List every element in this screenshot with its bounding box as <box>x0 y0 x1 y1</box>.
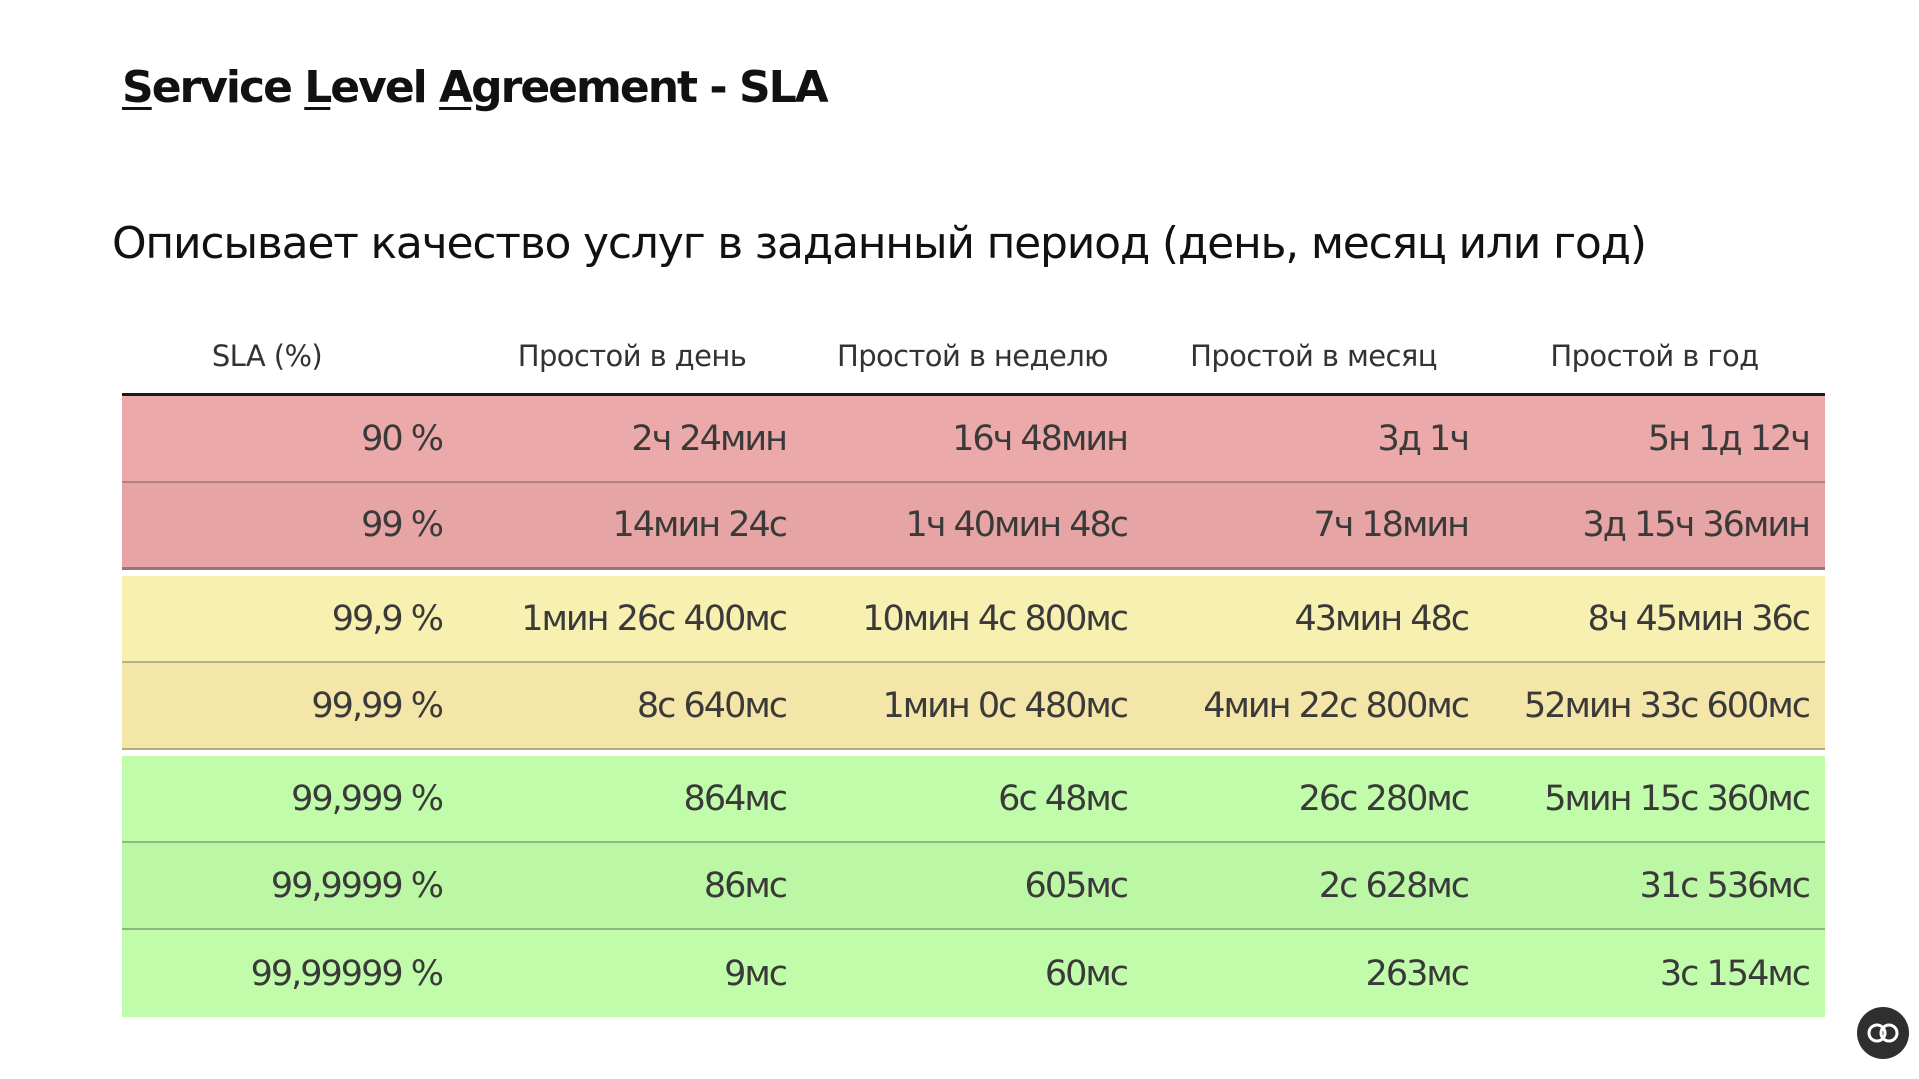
title-part: evel <box>330 62 440 113</box>
overlapping-loops-logo-icon <box>1857 1007 1909 1059</box>
downtime-month-cell: 4мин 22с 800мс <box>1203 685 1470 726</box>
downtime-month-cell: 26с 280мс <box>1298 778 1470 819</box>
table-row: 90 % 2ч 24мин 16ч 48мин 3д 1ч 5н 1д 12ч <box>122 396 1825 483</box>
downtime-year-cell: 5н 1д 12ч <box>1647 418 1811 459</box>
table-row: 99,9 % 1мин 26с 400мс 10мин 4с 800мс 43м… <box>122 576 1825 663</box>
sla-percent-cell: 99,99999 % <box>250 953 444 994</box>
downtime-month-cell: 43мин 48с <box>1294 598 1470 639</box>
column-header-week: Простой в неделю <box>837 338 1109 373</box>
sla-percent-cell: 99,99 % <box>311 685 444 726</box>
slide-title: Service Level Agreement - SLA <box>122 58 829 118</box>
downtime-month-cell: 7ч 18мин <box>1313 505 1470 545</box>
downtime-year-cell: 3д 15ч 36мин <box>1582 505 1811 545</box>
downtime-week-cell: 60мс <box>1044 953 1129 994</box>
column-header-sla: SLA (%) <box>211 338 323 373</box>
slide-subtitle: Описывает качество услуг в заданный пери… <box>112 218 1647 269</box>
downtime-week-cell: 1мин 0с 480мс <box>882 685 1129 726</box>
downtime-day-cell: 9мс <box>724 953 788 994</box>
sla-table: SLA (%) Простой в день Простой в неделю … <box>122 318 1825 1017</box>
downtime-week-cell: 605мс <box>1024 865 1129 906</box>
table-row: 99,9999 % 86мс 605мс 2с 628мс 31с 536мс <box>122 843 1825 930</box>
title-part: ervice <box>151 62 305 113</box>
title-part: L <box>304 62 332 113</box>
downtime-year-cell: 52мин 33с 600мс <box>1523 685 1811 726</box>
downtime-month-cell: 3д 1ч <box>1377 418 1470 459</box>
table-row: 99,99 % 8с 640мс 1мин 0с 480мс 4мин 22с … <box>122 663 1825 750</box>
downtime-year-cell: 31с 536мс <box>1639 865 1811 906</box>
table-header-row: SLA (%) Простой в день Простой в неделю … <box>122 318 1825 396</box>
sla-percent-cell: 99 % <box>361 505 444 545</box>
downtime-day-cell: 8с 640мс <box>636 685 788 726</box>
downtime-year-cell: 3с 154мс <box>1659 953 1811 994</box>
downtime-month-cell: 2с 628мс <box>1318 865 1470 906</box>
downtime-day-cell: 14мин 24с <box>612 505 788 545</box>
downtime-week-cell: 6с 48мс <box>998 778 1129 819</box>
column-header-day: Простой в день <box>517 338 747 373</box>
title-part: greement - SLA <box>471 62 829 113</box>
sla-percent-cell: 99,9999 % <box>270 865 444 906</box>
downtime-month-cell: 263мс <box>1365 953 1470 994</box>
table-row: 99,99999 % 9мс 60мс 263мс 3с 154мс <box>122 930 1825 1017</box>
column-header-year: Простой в год <box>1550 338 1759 373</box>
sla-percent-cell: 90 % <box>361 418 444 459</box>
downtime-week-cell: 16ч 48мин <box>952 418 1129 459</box>
sla-percent-cell: 99,999 % <box>291 778 444 819</box>
downtime-year-cell: 5мин 15с 360мс <box>1544 778 1811 819</box>
table-row: 99,999 % 864мс 6с 48мс 26с 280мс 5мин 15… <box>122 756 1825 843</box>
table-row: 99 % 14мин 24с 1ч 40мин 48с 7ч 18мин 3д … <box>122 483 1825 570</box>
downtime-day-cell: 2ч 24мин <box>631 418 788 459</box>
title-part: A <box>439 62 473 113</box>
downtime-year-cell: 8ч 45мин 36с <box>1587 598 1811 639</box>
downtime-day-cell: 86мс <box>703 865 788 906</box>
title-part: S <box>122 62 154 113</box>
downtime-day-cell: 864мс <box>683 778 788 819</box>
loops-glyph-icon <box>1867 1023 1899 1043</box>
downtime-week-cell: 1ч 40мин 48с <box>905 505 1129 545</box>
sla-percent-cell: 99,9 % <box>331 598 444 639</box>
column-header-month: Простой в месяц <box>1190 338 1437 373</box>
downtime-week-cell: 10мин 4с 800мс <box>862 598 1129 639</box>
downtime-day-cell: 1мин 26с 400мс <box>521 598 788 639</box>
